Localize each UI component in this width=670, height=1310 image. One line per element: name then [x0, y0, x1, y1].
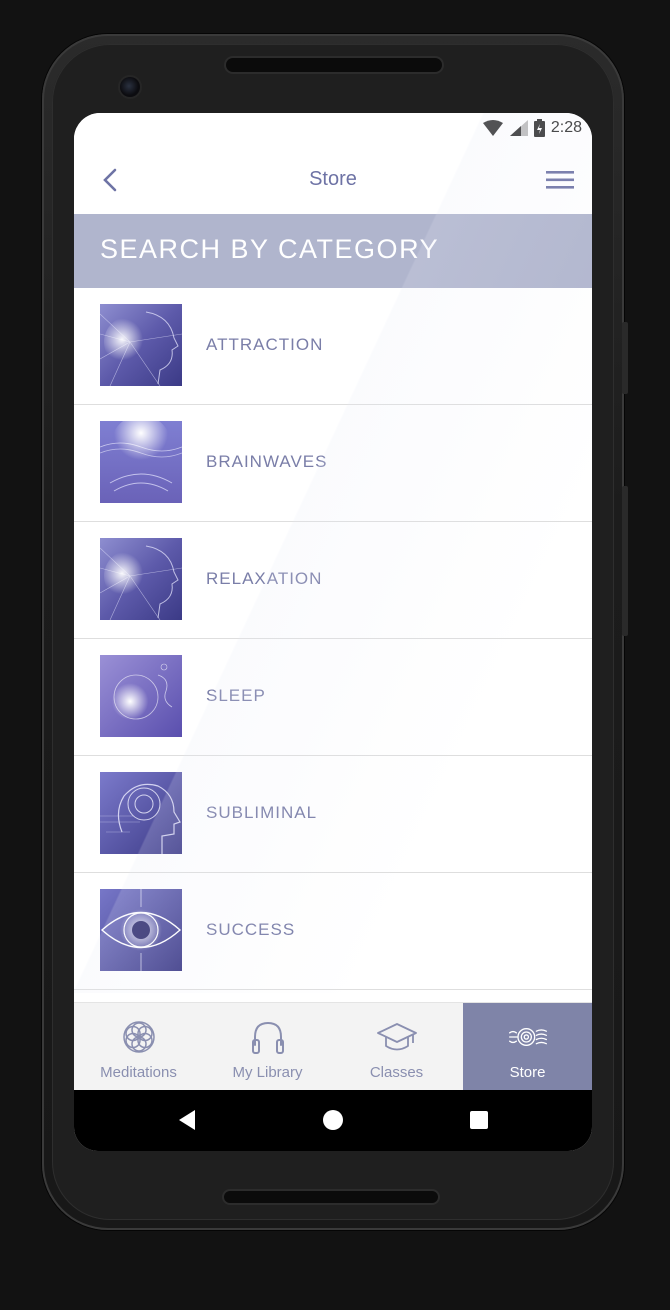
category-row-success[interactable]: SUCCESS	[74, 873, 592, 990]
tab-label: Store	[509, 1064, 546, 1081]
category-row-sleep[interactable]: SLEEP	[74, 639, 592, 756]
category-label: SLEEP	[206, 686, 266, 705]
category-label: SUCCESS	[206, 920, 296, 939]
wifi-icon	[482, 120, 503, 136]
category-list: ATTRACTION BRAINWAVES RELAXATION SLEEP S…	[74, 288, 592, 990]
sleep-thumbnail	[100, 655, 182, 737]
mandala-icon	[122, 1021, 155, 1053]
tab-label: Classes	[369, 1064, 424, 1081]
tab-meditations[interactable]: Meditations	[74, 1003, 203, 1091]
headphones-icon	[251, 1021, 284, 1054]
tab-store[interactable]: Store	[463, 1003, 592, 1091]
brainwaves-thumbnail	[100, 421, 182, 503]
app-screen: 2:28 Store SEARCH BY CATEGORY ATTRACTION…	[74, 113, 592, 1151]
hamburger-menu-icon	[546, 171, 574, 189]
relaxation-thumbnail	[100, 538, 182, 620]
category-row-subliminal[interactable]: SUBLIMINAL	[74, 756, 592, 873]
attraction-thumbnail	[100, 304, 182, 386]
bottom-speaker	[224, 1191, 438, 1203]
system-nav-bar	[74, 1090, 592, 1151]
volume-rocker	[622, 486, 628, 636]
nav-recents-icon[interactable]	[470, 1111, 488, 1129]
battery-icon	[533, 119, 545, 137]
section-header: SEARCH BY CATEGORY	[74, 214, 592, 288]
page-title: Store	[309, 168, 357, 190]
tab-label: Meditations	[100, 1064, 177, 1081]
nav-home-icon[interactable]	[323, 1110, 343, 1130]
status-bar: 2:28	[74, 113, 592, 145]
tab-classes[interactable]: Classes	[332, 1003, 461, 1091]
category-label: ATTRACTION	[206, 335, 324, 354]
category-row-brainwaves[interactable]: BRAINWAVES	[74, 405, 592, 522]
graduation-cap-icon	[376, 1023, 417, 1051]
category-label: BRAINWAVES	[206, 452, 328, 471]
bottom-tab-bar: Meditations My Library Classes Store	[74, 1002, 592, 1091]
success-thumbnail	[100, 889, 182, 971]
status-time: 2:28	[550, 119, 582, 136]
front-camera	[120, 77, 140, 97]
subliminal-thumbnail	[100, 772, 182, 854]
category-label: SUBLIMINAL	[206, 803, 318, 822]
menu-button[interactable]	[544, 165, 576, 195]
category-row-attraction[interactable]: ATTRACTION	[74, 288, 592, 405]
earpiece-speaker	[226, 58, 442, 72]
nav-back-icon[interactable]	[177, 1109, 197, 1131]
power-button	[622, 322, 628, 394]
waves-spiral-icon	[508, 1028, 547, 1046]
tab-my-library[interactable]: My Library	[203, 1003, 332, 1091]
category-label: RELAXATION	[206, 569, 323, 588]
tab-label: My Library	[232, 1064, 303, 1081]
category-row-relaxation[interactable]: RELAXATION	[74, 522, 592, 639]
app-bar: Store	[74, 145, 592, 214]
signal-icon	[509, 120, 528, 136]
section-header-label: SEARCH BY CATEGORY	[100, 234, 440, 264]
